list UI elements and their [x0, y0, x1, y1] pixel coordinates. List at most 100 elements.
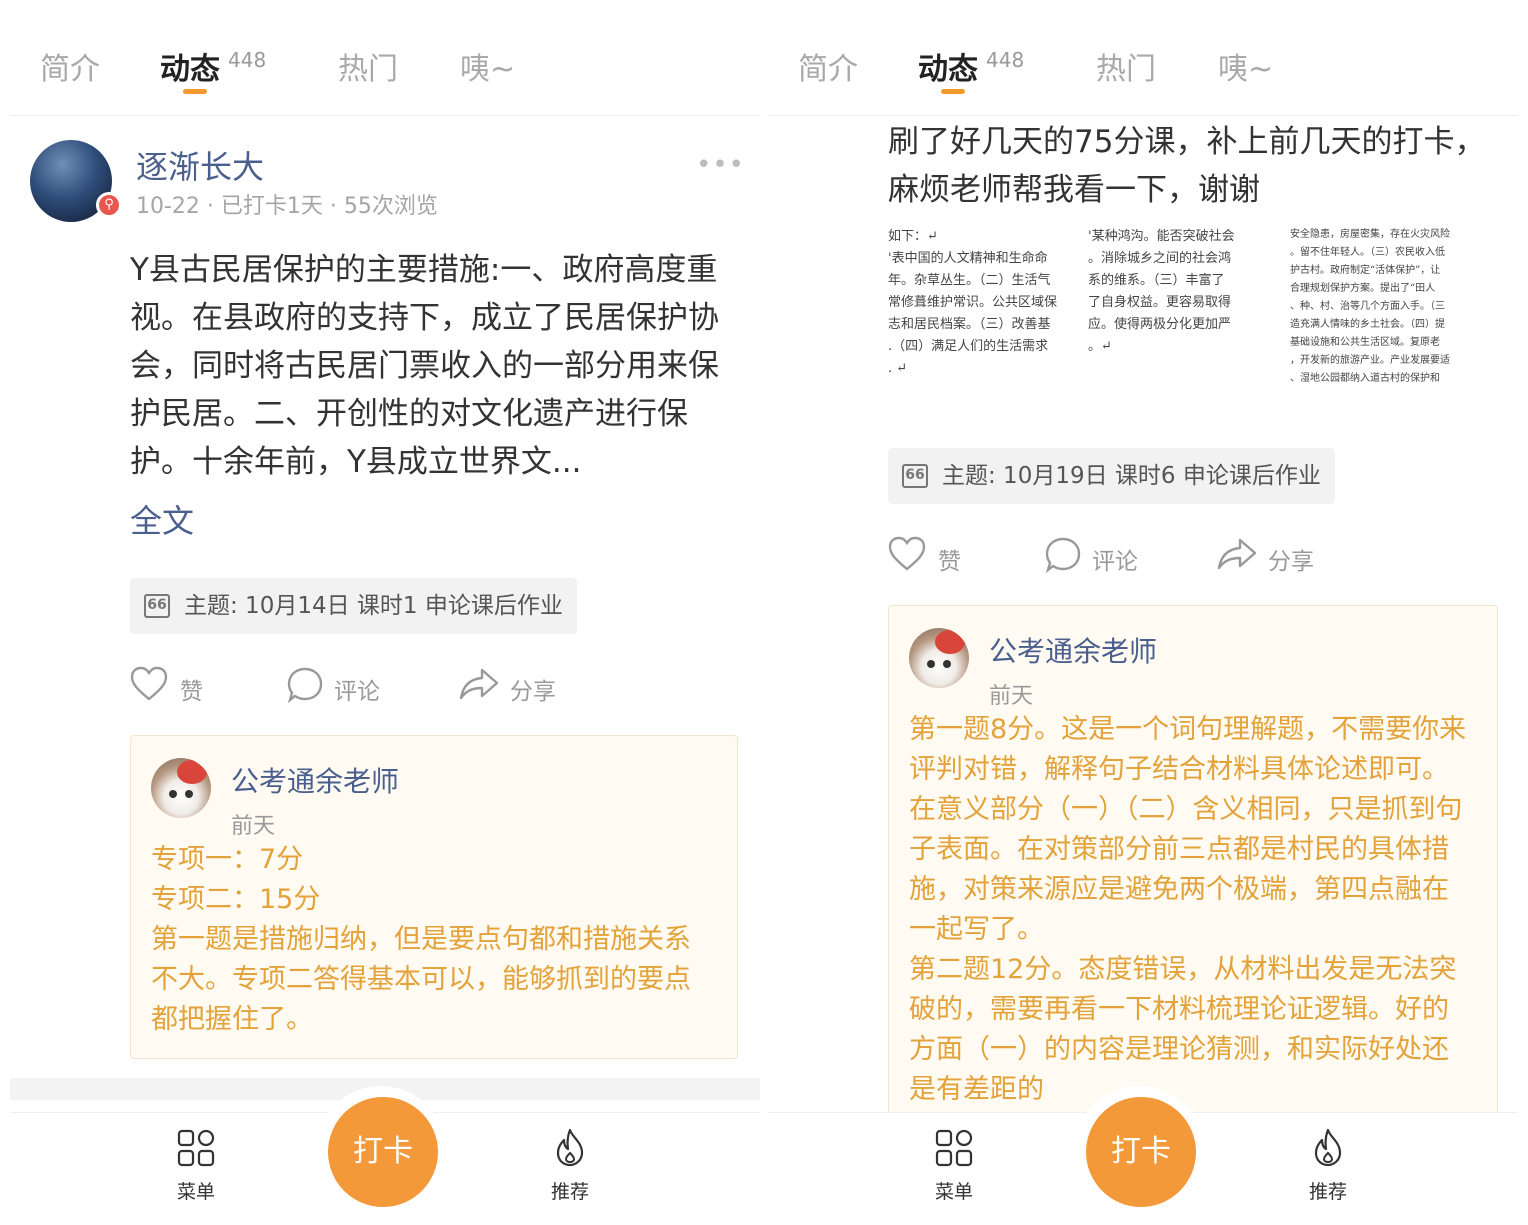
- image-text-line: 、种、村、治等几个方面入手。（三: [1290, 301, 1445, 312]
- comment-line: 专项二：15分: [151, 884, 321, 915]
- comment-bubble-icon: [287, 667, 323, 704]
- post-body: Y县古民居保护的主要措施:一、政府高度重视。在县政府的支持下，成立了民居保护协会…: [130, 252, 719, 480]
- active-tab-indicator: [941, 89, 965, 94]
- image-text-line: 合理规划保护方案。提出了“田人: [1290, 283, 1436, 294]
- image-text-line: 如下：↵: [888, 229, 938, 244]
- flame-icon: [1314, 1128, 1342, 1167]
- tab-intro[interactable]: 简介: [798, 44, 858, 88]
- tab-feed-label: 动态: [160, 52, 220, 87]
- share-button[interactable]: 分享: [458, 666, 578, 706]
- share-button[interactable]: 分享: [1216, 536, 1336, 576]
- topic-tag[interactable]: 66 主题: 10月14日 课时1 申论课后作业: [130, 578, 577, 634]
- image-text-line: 应。使得两极分化更加严: [1088, 317, 1232, 332]
- image-text-line: '表中国的人文精神和生命命: [888, 251, 1048, 266]
- image-text-line: 志和居民档案。（三）改善基: [888, 317, 1051, 332]
- comment-button[interactable]: 评论: [1044, 536, 1164, 576]
- image-text-line: '某种鸿沟。能否突破社会: [1088, 229, 1235, 244]
- image-text-line: 护古村。政府制定“活体保护”，让: [1290, 265, 1441, 276]
- like-label: 赞: [180, 679, 203, 705]
- heart-icon: [888, 536, 926, 571]
- attachment-image[interactable]: '某种鸿沟。能否突破社会 。消除城乡之间的社会鸿 系的维系。（三）丰富了 了自身…: [1088, 226, 1284, 412]
- image-text-line: 造充满人情味的乡土社会。（四）提: [1290, 319, 1445, 330]
- active-tab-indicator: [183, 89, 207, 94]
- tab-feed-label: 动态: [918, 52, 978, 87]
- avatar-eye: [185, 790, 193, 798]
- comment-label: 评论: [1092, 549, 1138, 575]
- checkin-button[interactable]: 打卡: [1086, 1097, 1196, 1207]
- tab-bar: 简介 动态 448 热门 咦~: [10, 0, 760, 116]
- image-text-line: 年。杂草丛生。（二）生活气: [888, 273, 1051, 288]
- image-text-line: . ↵: [888, 361, 908, 376]
- comment-line: 第一题8分。这是一个词句理解题，不需要你来评判对错，解释句子结合材料具体论述即可…: [909, 714, 1467, 945]
- image-text-line: 了自身权益。更容易取得: [1088, 295, 1232, 310]
- tab-hot[interactable]: 热门: [338, 44, 398, 88]
- attachment-image[interactable]: 安全隐患，房屋密集，存在火灾风险 。留不住年轻人。（三）农民收入低 护古村。政府…: [1290, 226, 1486, 412]
- share-label: 分享: [510, 679, 556, 705]
- flower-decoration: [935, 630, 965, 654]
- image-text-line: 安全隐患，房屋密集，存在火灾风险: [1290, 229, 1450, 240]
- comment-bubble-icon: [1045, 537, 1081, 574]
- image-text-line: 基础设施和公共生活区域。复原老: [1290, 337, 1440, 348]
- nav-menu-label: 菜单: [176, 1181, 215, 1203]
- grid-menu-icon: [177, 1129, 215, 1167]
- image-text-line: 。留不住年轻人。（三）农民收入低: [1290, 247, 1445, 258]
- nav-menu-label: 菜单: [934, 1181, 973, 1203]
- heart-icon: [130, 666, 168, 701]
- post-meta: 10-22 · 已打卡1天 · 55次浏览: [136, 194, 438, 219]
- teacher-comment-box: 公考通余老师 前天 第一题8分。这是一个词句理解题，不需要你来评判对错，解释句子…: [888, 605, 1498, 1125]
- image-text-line: 系的维系。（三）丰富了: [1088, 273, 1225, 288]
- avatar-eye: [169, 790, 177, 798]
- avatar-eye: [943, 660, 951, 668]
- share-arrow-icon: [1217, 538, 1257, 570]
- checkin-button[interactable]: 打卡: [328, 1097, 438, 1207]
- comment-button[interactable]: 评论: [286, 666, 406, 706]
- topic-label: 主题: 10月19日 课时6 申论课后作业: [942, 463, 1321, 489]
- comment-time: 前天: [231, 814, 276, 839]
- comment-body: 第一题8分。这是一个词句理解题，不需要你来评判对错，解释句子结合材料具体论述即可…: [909, 710, 1471, 1110]
- image-text-line: .（四）满足人们的生活需求: [888, 339, 1049, 354]
- image-text-line: 常修葺维护常识。公共区域保: [888, 295, 1058, 310]
- topic-label: 主题: 10月14日 课时1 申论课后作业: [184, 593, 563, 619]
- full-text-link[interactable]: 全文: [130, 496, 194, 542]
- tab-feed-count: 448: [986, 48, 1025, 72]
- left-screen: 简介 动态 448 热门 咦~ ⚲ 逐渐长大 10-22 · 已打卡1天 · 55…: [10, 0, 760, 1225]
- flame-icon: [556, 1128, 584, 1167]
- avatar-eye: [927, 660, 935, 668]
- teacher-name[interactable]: 公考通余老师: [231, 760, 399, 800]
- attachment-image[interactable]: 如下：↵ '表中国的人文精神和生命命 年。杂草丛生。（二）生活气 常修葺维护常识…: [888, 226, 1082, 412]
- grid-menu-icon: [935, 1129, 973, 1167]
- like-button[interactable]: 赞: [130, 666, 240, 706]
- quote-icon: 66: [144, 594, 170, 618]
- teacher-comment-box: 公考通余老师 前天 专项一：7分 专项二：15分 第一题是措施归纳，但是要点句都…: [130, 735, 738, 1059]
- tab-misc[interactable]: 咦~: [460, 44, 515, 88]
- image-text-line: 。↵: [1088, 339, 1112, 354]
- tab-feed[interactable]: 动态 448: [918, 44, 1024, 88]
- like-button[interactable]: 赞: [888, 536, 998, 576]
- topic-tag[interactable]: 66 主题: 10月19日 课时6 申论课后作业: [888, 448, 1335, 504]
- more-options-icon[interactable]: •••: [696, 150, 745, 180]
- teacher-avatar[interactable]: [909, 628, 969, 688]
- share-label: 分享: [1268, 549, 1314, 575]
- tab-feed-count: 448: [228, 48, 267, 72]
- image-text-line: 。消除城乡之间的社会鸿: [1088, 251, 1232, 266]
- teacher-name[interactable]: 公考通余老师: [989, 630, 1157, 670]
- nav-recommend-label: 推荐: [550, 1181, 589, 1203]
- tab-misc[interactable]: 咦~: [1218, 44, 1273, 88]
- tab-bar: 简介 动态 448 热门 咦~: [768, 0, 1518, 116]
- quote-icon: 66: [902, 464, 928, 488]
- comment-body: 专项一：7分 专项二：15分 第一题是措施归纳，但是要点句都和措施关系不大。专项…: [151, 840, 711, 1040]
- nav-recommend-label: 推荐: [1308, 1181, 1347, 1203]
- post-body: 刷了好几天的75分课，补上前几天的打卡，麻烦老师帮我看一下，谢谢: [888, 124, 1486, 208]
- image-text-line: ，开发新的旅游产业。产业发展要适: [1290, 355, 1450, 366]
- comment-line: 第一题是措施归纳，但是要点句都和措施关系不大。专项二答得基本可以，能够抓到的要点…: [151, 924, 691, 1035]
- tab-feed[interactable]: 动态 448: [160, 44, 266, 88]
- tab-intro[interactable]: 简介: [40, 44, 100, 88]
- tab-hot[interactable]: 热门: [1096, 44, 1156, 88]
- right-screen: 简介 动态 448 热门 咦~ 刷了好几天的75分课，补上前几天的打卡，麻烦老师帮…: [768, 0, 1518, 1225]
- author-name[interactable]: 逐渐长大: [136, 142, 264, 188]
- teacher-avatar[interactable]: [151, 758, 211, 818]
- like-label: 赞: [938, 549, 961, 575]
- image-text-line: 、湿地公园都纳入道古村的保护和: [1290, 373, 1440, 384]
- search-badge-icon: ⚲: [96, 192, 122, 218]
- comment-time: 前天: [989, 684, 1034, 709]
